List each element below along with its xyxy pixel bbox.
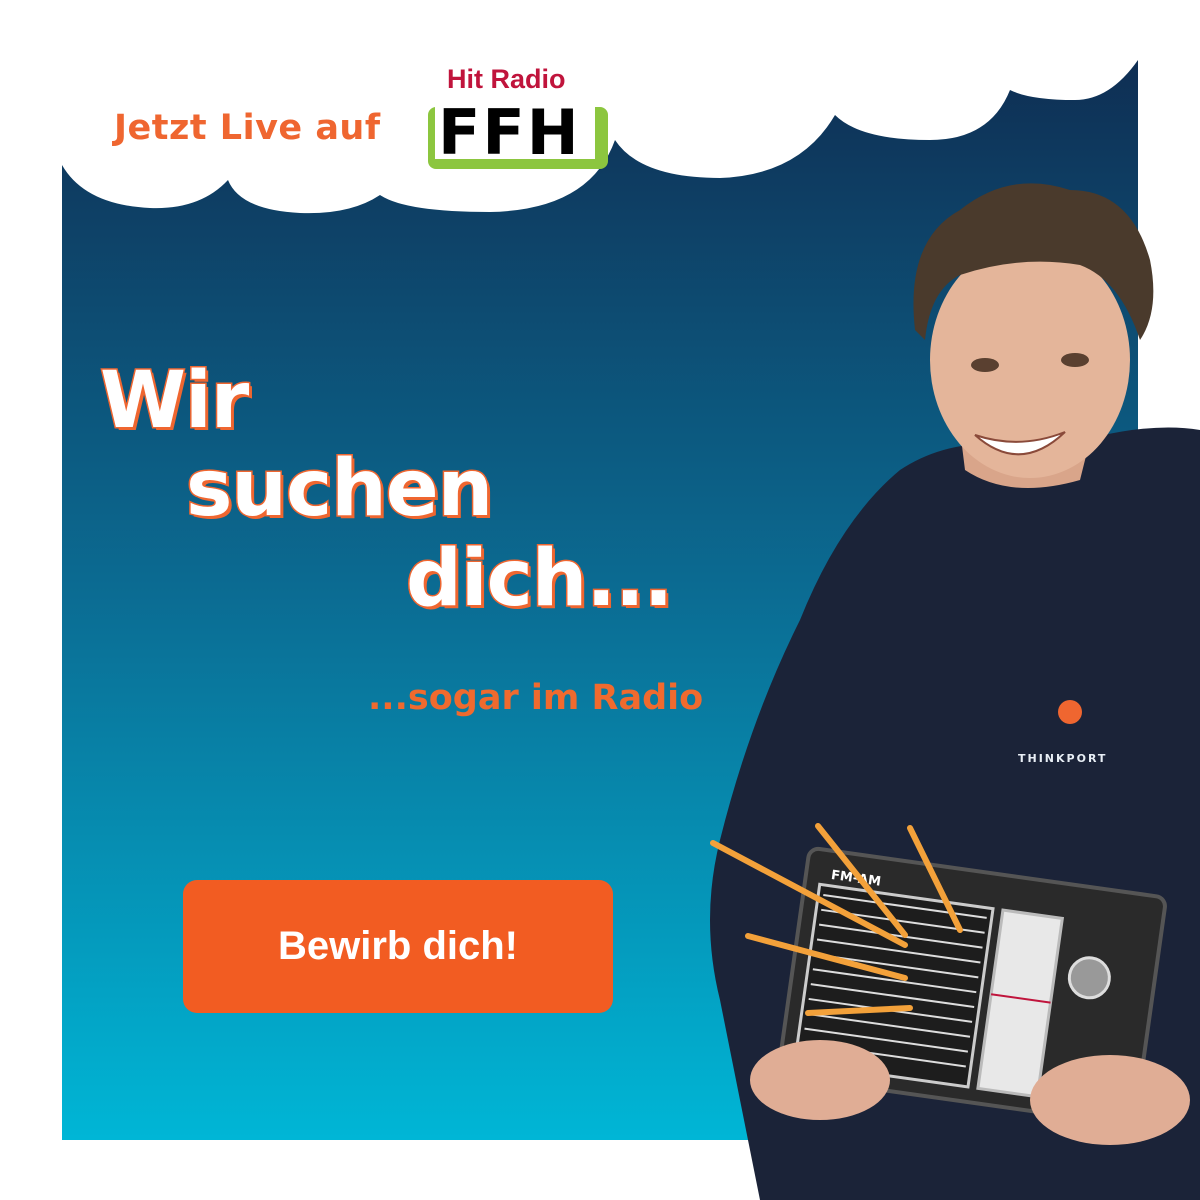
- shirt-logo-text: THINKPORT: [1018, 752, 1107, 765]
- person-with-radio-photo: THINKPORT FM-AM: [710, 183, 1200, 1200]
- ad-banner: Jetzt Live auf Hit Radio FFH Wir suchen …: [0, 0, 1200, 1200]
